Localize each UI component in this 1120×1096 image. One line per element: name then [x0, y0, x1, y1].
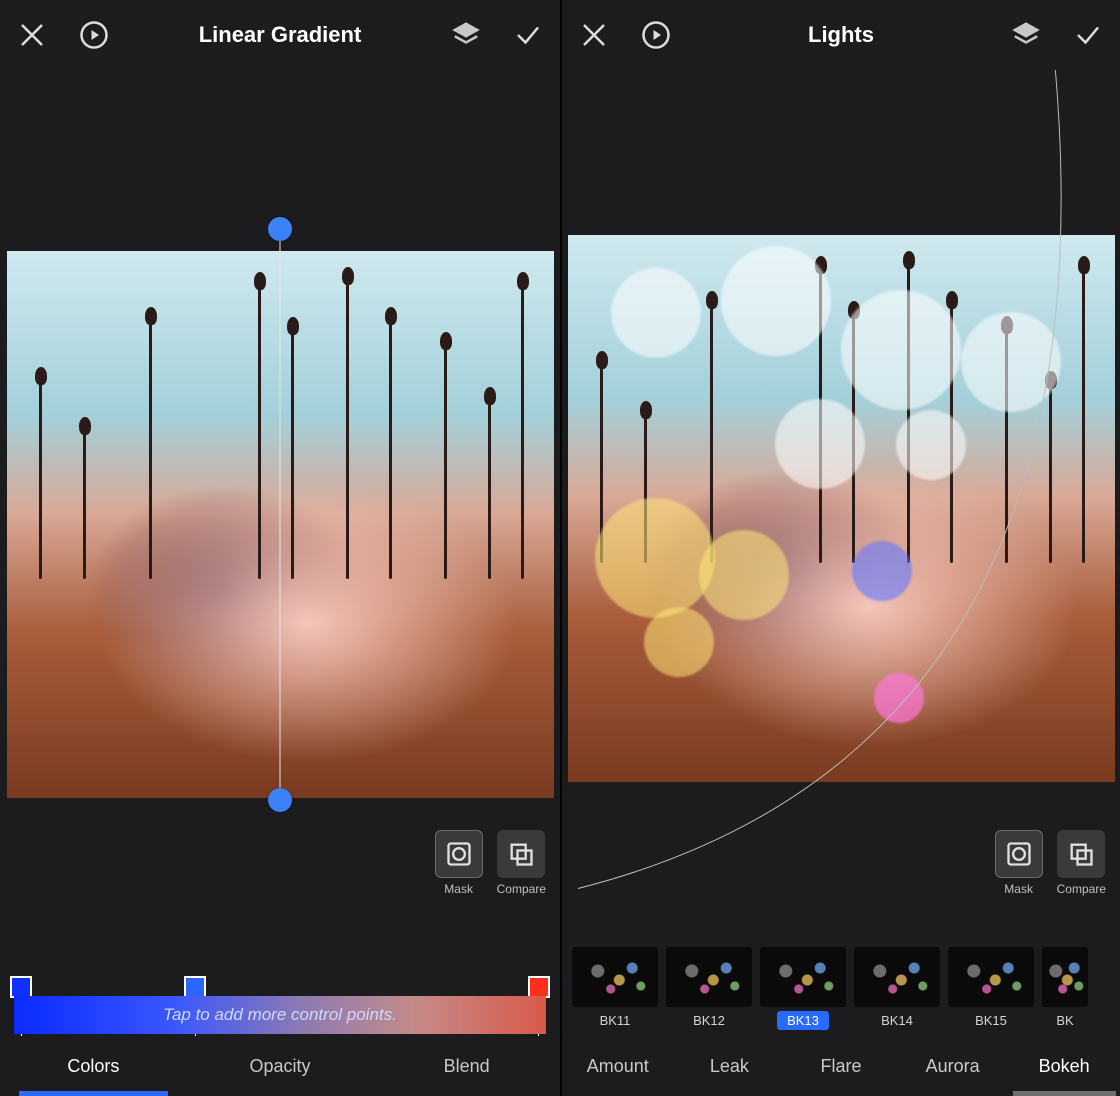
mask-button[interactable]: Mask	[995, 830, 1043, 896]
preset-bk13[interactable]: BK13	[760, 947, 846, 1030]
preset-bk14[interactable]: BK14	[854, 947, 940, 1030]
photo-preview[interactable]	[7, 251, 554, 798]
preset-bk11[interactable]: BK11	[572, 947, 658, 1030]
gradient-stop-mid[interactable]	[184, 976, 206, 998]
preset-bk15[interactable]: BK15	[948, 947, 1034, 1030]
play-icon[interactable]	[78, 19, 110, 51]
compare-label: Compare	[1057, 882, 1106, 896]
confirm-icon[interactable]	[1072, 19, 1104, 51]
compare-button[interactable]: Compare	[497, 830, 546, 896]
bottom-tabs: Amount Leak Flare Aurora Bokeh	[562, 1036, 1120, 1096]
canvas[interactable]	[562, 70, 1120, 947]
gradient-axis[interactable]	[280, 221, 281, 808]
preset-bk-next[interactable]: BK	[1042, 947, 1088, 1030]
gradient-handle-start[interactable]	[268, 217, 292, 241]
mask-label: Mask	[1004, 882, 1033, 896]
topbar: Lights	[562, 0, 1120, 70]
tab-bokeh[interactable]: Bokeh	[1008, 1036, 1120, 1096]
page-title: Lights	[672, 22, 1010, 48]
tab-opacity[interactable]: Opacity	[187, 1036, 374, 1096]
tab-aurora[interactable]: Aurora	[897, 1036, 1009, 1096]
mask-label: Mask	[444, 882, 473, 896]
tool-row: Mask Compare	[995, 830, 1106, 896]
screen-lights: Lights	[560, 0, 1120, 1096]
tab-blend[interactable]: Blend	[373, 1036, 560, 1096]
layers-icon[interactable]	[450, 19, 482, 51]
close-icon[interactable]	[578, 19, 610, 51]
compare-label: Compare	[497, 882, 546, 896]
preset-bk12[interactable]: BK12	[666, 947, 752, 1030]
tab-flare[interactable]: Flare	[785, 1036, 897, 1096]
mask-button[interactable]: Mask	[435, 830, 483, 896]
close-icon[interactable]	[16, 19, 48, 51]
gradient-handle-end[interactable]	[268, 788, 292, 812]
gradient-stop-end[interactable]	[528, 976, 550, 998]
play-icon[interactable]	[640, 19, 672, 51]
screen-linear-gradient: Linear Gradient Mask	[0, 0, 560, 1096]
gradient-hint: Tap to add more control points.	[163, 1005, 397, 1025]
tool-row: Mask Compare	[435, 830, 546, 896]
preset-strip[interactable]: BK11 BK12 BK13 BK14 BK15 BK	[562, 947, 1120, 1036]
gradient-stop-start[interactable]	[10, 976, 32, 998]
topbar: Linear Gradient	[0, 0, 560, 70]
compare-button[interactable]: Compare	[1057, 830, 1106, 896]
bottom-tabs: Colors Opacity Blend	[0, 1036, 560, 1096]
confirm-icon[interactable]	[512, 19, 544, 51]
photo-preview[interactable]	[568, 235, 1115, 782]
layers-icon[interactable]	[1010, 19, 1042, 51]
page-title: Linear Gradient	[110, 22, 450, 48]
gradient-bar[interactable]: Tap to add more control points.	[14, 996, 546, 1034]
gradient-strip[interactable]: Tap to add more control points.	[14, 978, 546, 1034]
tab-leak[interactable]: Leak	[674, 1036, 786, 1096]
tab-amount[interactable]: Amount	[562, 1036, 674, 1096]
tab-colors[interactable]: Colors	[0, 1036, 187, 1096]
